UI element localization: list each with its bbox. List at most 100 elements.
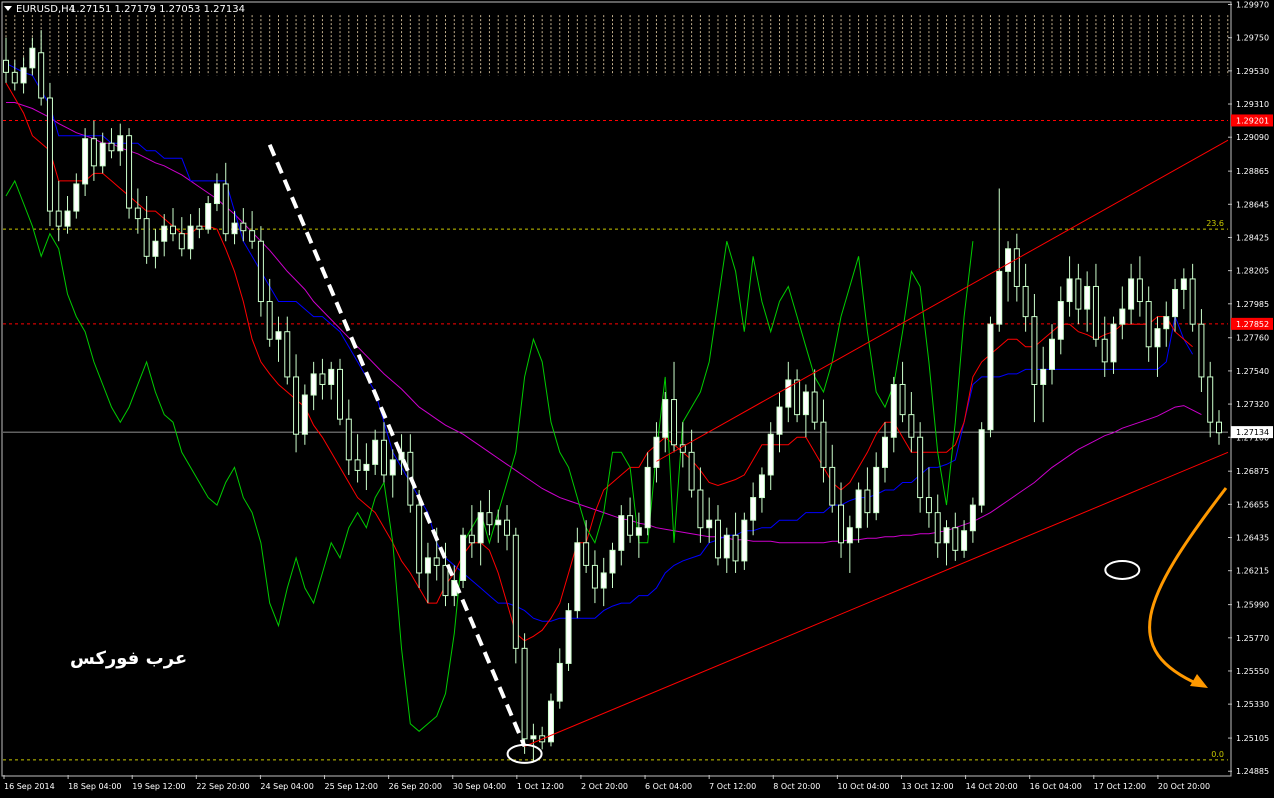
time-tick-label: 1 Oct 12:00 — [517, 782, 564, 791]
candle-body — [187, 225, 194, 250]
level-price-label: 1.27852 — [1236, 320, 1269, 329]
time-tick-label: 18 Sep 04:00 — [68, 782, 121, 791]
candle-body — [820, 421, 827, 468]
candle-body — [99, 142, 106, 167]
candle-body — [987, 323, 994, 431]
candle-body — [794, 379, 801, 416]
candle-body — [732, 534, 739, 562]
candle-body — [486, 512, 493, 526]
candle-body — [873, 466, 880, 514]
symbol-title: EURUSD,H4 — [16, 4, 75, 15]
price-tick-label: 1.26655 — [1236, 500, 1269, 509]
candle-body — [1005, 248, 1012, 272]
current-price-label: 1.27134 — [1236, 428, 1269, 437]
candle-body — [1057, 301, 1064, 340]
time-tick-label: 14 Oct 20:00 — [966, 782, 1018, 791]
ohlc-readout: 1.27151 1.27179 1.27053 1.27134 — [70, 4, 245, 15]
candle-body — [855, 489, 862, 529]
candle-body — [952, 527, 959, 551]
candle-body — [934, 512, 941, 544]
time-tick-label: 20 Oct 20:00 — [1158, 782, 1210, 791]
price-tick-label: 1.28425 — [1236, 233, 1269, 242]
candle-body — [416, 504, 423, 574]
candle-body — [354, 459, 361, 471]
candle-body — [864, 489, 871, 514]
candle-body — [635, 527, 642, 536]
price-tick-label: 1.25105 — [1236, 734, 1269, 743]
candle-body — [521, 647, 528, 740]
price-tick-label: 1.29530 — [1236, 67, 1269, 76]
candle-body — [969, 504, 976, 532]
price-tick-label: 1.26435 — [1236, 534, 1269, 543]
candle-body — [460, 534, 467, 581]
candle-body — [530, 735, 537, 740]
candle-body — [574, 542, 581, 612]
candle-body — [310, 373, 317, 396]
candle-body — [741, 519, 748, 562]
candle-body — [134, 207, 141, 220]
chart-window[interactable]: 23.6 0.0 1.29970 1.29750 1.29530 1.29310 1.29… — [0, 0, 1274, 794]
candle-body — [363, 463, 370, 471]
candle-body — [126, 135, 133, 209]
candle-body — [178, 233, 185, 250]
time-tick-label: 30 Sep 04:00 — [453, 782, 506, 791]
candle-body — [899, 383, 906, 416]
candle-body — [504, 519, 511, 536]
price-tick-label: 1.28865 — [1236, 167, 1269, 176]
candle-body — [811, 391, 818, 423]
candle-body — [82, 138, 89, 185]
candle-body — [1031, 316, 1038, 385]
candle-body — [477, 512, 484, 544]
candle-body — [838, 504, 845, 544]
price-tick-label: 1.25550 — [1236, 667, 1269, 676]
candle-body — [495, 519, 502, 526]
candle-body — [1180, 278, 1187, 290]
candle-body — [257, 240, 264, 303]
candle-body — [917, 436, 924, 499]
candle-body — [73, 183, 80, 212]
candle-body — [1022, 285, 1029, 318]
candle-body — [1172, 288, 1179, 318]
candle-body — [846, 527, 853, 544]
candle-body — [600, 572, 607, 589]
candle-body — [240, 222, 247, 232]
candle-body — [205, 203, 212, 230]
candle-body — [688, 451, 695, 491]
fibo-label: 0.0 — [1211, 750, 1224, 759]
candle-body — [1154, 328, 1161, 348]
price-tick-label: 1.24885 — [1236, 767, 1269, 776]
candle-body — [20, 67, 27, 84]
candle-body — [468, 534, 475, 544]
candle-body — [1136, 278, 1143, 303]
candle-body — [152, 240, 159, 257]
time-tick-label: 8 Oct 20:00 — [773, 782, 820, 791]
candle-body — [64, 210, 71, 227]
price-tick-label: 1.29090 — [1236, 133, 1269, 142]
candle-body — [380, 439, 387, 476]
price-tick-label: 1.26875 — [1236, 467, 1269, 476]
candle-body — [925, 497, 932, 514]
time-tick-label: 10 Oct 04:00 — [837, 782, 889, 791]
candle-body — [424, 557, 431, 574]
candle-body — [170, 225, 177, 235]
price-chart[interactable]: 23.6 0.0 1.29970 1.29750 1.29530 1.29310 1.29… — [0, 0, 1274, 794]
candle-body — [1198, 323, 1205, 378]
candle-body — [337, 368, 344, 420]
candle-body — [1145, 301, 1152, 348]
candle-body — [512, 534, 519, 649]
candle-body — [1110, 323, 1117, 363]
candle-body — [319, 373, 326, 385]
candle-body — [1163, 316, 1170, 330]
time-tick-label: 25 Sep 12:00 — [325, 782, 378, 791]
candle-body — [609, 549, 616, 574]
candle-body — [706, 519, 713, 529]
candle-body — [328, 368, 335, 385]
candle-body — [433, 557, 440, 566]
candle-body — [1216, 421, 1222, 434]
candle-body — [398, 451, 405, 461]
time-tick-label: 17 Oct 12:00 — [1094, 782, 1146, 791]
candle-body — [372, 439, 379, 465]
candle-body — [284, 331, 291, 378]
candle-body — [996, 270, 1003, 325]
time-tick-label: 2 Oct 20:00 — [581, 782, 628, 791]
